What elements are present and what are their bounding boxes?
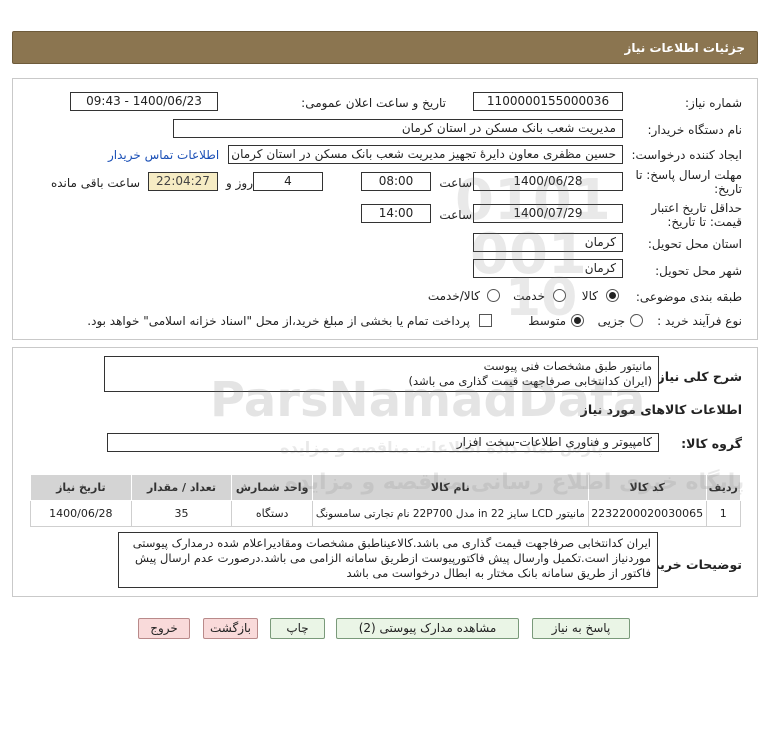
category-label: طبقه بندی موضوعی: (635, 290, 742, 304)
days-field: 4 (253, 172, 323, 191)
deadline-label-2: تاریخ: (714, 182, 742, 196)
goods-table: ردیف کد کالا نام کالا واحد شمارش تعداد /… (30, 474, 742, 527)
cell-quantity: 35 (130, 500, 233, 527)
page-title: جزئیات اطلاعات نیاز (12, 31, 758, 64)
province-label: استان محل تحویل: (647, 237, 742, 251)
buyer-notes-field: ایران کدانتخابی صرفاجهت قیمت گذاری می با… (118, 532, 658, 588)
announce-field: 1400/06/23 - 09:43 (70, 92, 218, 111)
back-button[interactable]: بازگشت (203, 618, 258, 639)
contact-buyer-link[interactable]: اطلاعات تماس خریدار (108, 148, 219, 162)
reply-button[interactable]: پاسخ به نیاز (532, 618, 630, 639)
exit-button[interactable]: خروج (138, 618, 190, 639)
creator-label: ایجاد کننده درخواست: (631, 148, 742, 162)
city-field: کرمان (473, 259, 623, 278)
days-label: روز و (226, 176, 253, 190)
validity-label-2: قیمت: تا تاریخ: (667, 215, 742, 229)
cell-item-name: مانیتور LCD سایز 22 in مدل 22P700 نام تج… (311, 500, 589, 527)
announce-label: تاریخ و ساعت اعلان عمومی: (301, 96, 446, 110)
view-attachments-button[interactable]: مشاهده مدارک پیوستی (2) (336, 618, 519, 639)
remaining-time-field: 22:04:27 (148, 172, 218, 191)
cell-row-number: 1 (705, 500, 742, 527)
cell-item-code: 2232200020030065 (587, 500, 707, 527)
need-number-label: شماره نیاز: (685, 96, 742, 110)
process-label: نوع فرآیند خرید : (657, 314, 742, 328)
col-item-code: کد کالا (587, 474, 707, 501)
goods-group-label: گروه کالا: (681, 436, 742, 451)
category-radio-goods[interactable] (606, 289, 619, 302)
process-radio-medium[interactable] (571, 314, 584, 327)
category-option-service: خدمت (513, 289, 545, 303)
description-line-2: (ایران کدانتخابی صرفاجهت قیمت گذاری می ب… (408, 374, 652, 388)
col-need-date: تاریخ نیاز (30, 474, 132, 501)
print-button[interactable]: چاپ (270, 618, 325, 639)
city-label: شهر محل تحویل: (655, 264, 742, 278)
goods-table-header: ردیف کد کالا نام کالا واحد شمارش تعداد /… (30, 474, 742, 501)
description-field: مانیتور طبق مشخصات فنی پیوست (ایران کدان… (104, 356, 659, 392)
deadline-time-label: ساعت (439, 176, 472, 190)
category-option-goods: کالا (581, 289, 598, 303)
treasury-checkbox[interactable] (479, 314, 492, 327)
category-radio-goods-service[interactable] (487, 289, 500, 302)
goods-group-field: کامپیوتر و فناوری اطلاعات-سخت افزار (107, 433, 659, 452)
cell-need-date: 1400/06/28 (30, 500, 132, 527)
buyer-field: مدیریت شعب بانک مسکن در استان کرمان (173, 119, 623, 138)
validity-label: حداقل تاریخ اعتبار (651, 201, 742, 215)
col-quantity: تعداد / مقدار (130, 474, 233, 501)
need-number-field: 1100000155000036 (473, 92, 623, 111)
description-label: شرح کلی نیاز: (652, 369, 742, 384)
cell-unit: دستگاه (231, 500, 313, 527)
buyer-label: نام دستگاه خریدار: (647, 123, 743, 137)
validity-time-field: 14:00 (361, 204, 431, 223)
validity-time-label: ساعت (439, 208, 472, 222)
payment-note: پرداخت تمام یا بخشی از مبلغ خرید،از محل … (87, 314, 470, 328)
process-radio-minor[interactable] (630, 314, 643, 327)
process-option-minor: جزیی (597, 314, 625, 328)
category-option-goods-service: کالا/خدمت (427, 289, 480, 303)
col-row-number: ردیف (705, 474, 742, 501)
remaining-label: ساعت باقی مانده (50, 176, 140, 190)
process-option-medium: متوسط (528, 314, 566, 328)
col-item-name: نام کالا (311, 474, 589, 501)
deadline-time-field: 08:00 (361, 172, 431, 191)
description-line-1: مانیتور طبق مشخصات فنی پیوست (483, 359, 652, 373)
deadline-label: مهلت ارسال پاسخ: تا (635, 168, 742, 182)
goods-section-title: اطلاعات کالاهای مورد نیاز (580, 402, 742, 417)
category-radio-service[interactable] (553, 289, 566, 302)
validity-date-field: 1400/07/29 (473, 204, 623, 223)
province-field: کرمان (473, 233, 623, 252)
table-row: 1 2232200020030065 مانیتور LCD سایز 22 i… (30, 500, 742, 527)
col-unit: واحد شمارش (231, 474, 313, 501)
deadline-date-field: 1400/06/28 (473, 172, 623, 191)
creator-field: حسین مظفری معاون دایرهٔ تجهیز مدیریت شعب… (228, 145, 623, 164)
